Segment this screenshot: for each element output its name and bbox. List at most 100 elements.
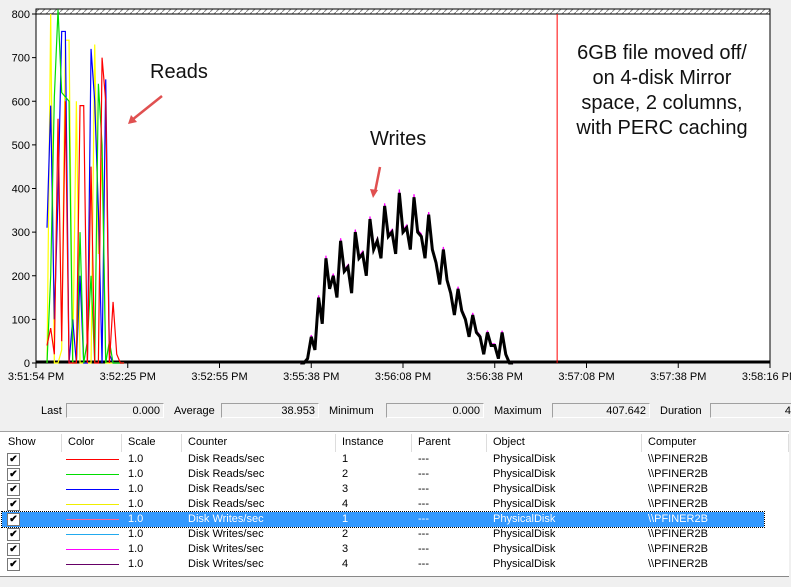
cell-parent: --- [418,558,429,570]
cell-object: PhysicalDisk [493,558,556,570]
counter-table[interactable]: Show Color Scale Counter Instance Parent Objec… [0,431,789,577]
cell-instance: 4 [342,558,349,570]
cell-scale: 1.0 [128,498,144,510]
annotation-reads: Reads [150,61,208,83]
column-header-color[interactable]: Color [62,434,122,452]
cell-object: PhysicalDisk [493,528,556,540]
show-checkbox[interactable]: ✔ [7,558,20,571]
cell-parent: --- [418,498,429,510]
cell-computer: \\PFINER2B [648,558,708,570]
x-tick-label: 3:57:38 PM [650,371,707,383]
cell-counter: Disk Reads/sec [188,483,265,495]
y-tick-label: 400 [12,184,30,196]
cell-parent: --- [418,513,429,525]
y-tick-label: 500 [12,140,30,152]
cell-counter: Disk Reads/sec [188,498,265,510]
annotation-note: 6GB file moved off/ on 4-disk Mirror spa… [576,42,748,139]
column-header-computer[interactable]: Computer [642,434,789,452]
annotation-writes: Writes [370,128,427,150]
table-row[interactable]: ✔ 1.0 Disk Writes/sec 2 --- PhysicalDisk \\PFI… [2,527,764,542]
cell-scale: 1.0 [128,453,144,465]
y-tick-label: 700 [12,53,30,65]
last-value: 0.000 [66,403,164,418]
cell-parent: --- [418,468,429,480]
x-tick-label: 3:52:25 PM [99,371,156,383]
table-row[interactable]: ✔ 1.0 Disk Reads/sec 1 --- PhysicalDisk \\PFIN… [2,452,764,467]
table-row[interactable]: ✔ 1.0 Disk Writes/sec 1 --- PhysicalDisk \\PFI… [1,511,765,528]
cell-instance: 3 [342,483,349,495]
y-tick-label: 100 [12,314,30,326]
cell-scale: 1.0 [128,513,144,525]
minimum-label: Minimum [329,405,374,417]
cell-scale: 1.0 [128,468,144,480]
cell-object: PhysicalDisk [493,543,556,555]
cell-object: PhysicalDisk [493,513,556,525]
table-row[interactable]: ✔ 1.0 Disk Reads/sec 2 --- PhysicalDisk \\PFIN… [2,467,764,482]
table-row[interactable]: ✔ 1.0 Disk Writes/sec 4 --- PhysicalDisk \\PFI… [2,557,764,572]
cell-counter: Disk Writes/sec [188,528,264,540]
show-checkbox[interactable]: ✔ [7,498,20,511]
x-tick-label: 3:55:38 PM [283,371,340,383]
show-checkbox[interactable]: ✔ [7,543,20,556]
cell-scale: 1.0 [128,483,144,495]
table-row[interactable]: ✔ 1.0 Disk Reads/sec 4 --- PhysicalDisk \\PFIN… [2,497,764,512]
y-tick-label: 200 [12,271,30,283]
table-row[interactable]: ✔ 1.0 Disk Reads/sec 3 --- PhysicalDisk \\PFIN… [2,482,764,497]
cell-computer: \\PFINER2B [648,543,708,555]
cell-parent: --- [418,483,429,495]
cell-instance: 3 [342,543,349,555]
column-header-counter[interactable]: Counter [182,434,336,452]
show-checkbox[interactable]: ✔ [7,453,20,466]
show-checkbox[interactable]: ✔ [7,528,20,541]
y-tick-label: 300 [12,227,30,239]
x-tick-label: 3:51:54 PM [7,371,65,383]
cell-computer: \\PFINER2B [648,468,708,480]
column-header-scale[interactable]: Scale [122,434,182,452]
cell-object: PhysicalDisk [493,498,556,510]
cell-counter: Disk Writes/sec [188,513,264,525]
y-tick-label: 0 [24,358,30,370]
x-tick-label: 3:58:16 PM [741,371,791,383]
x-tick-label: 3:56:38 PM [466,371,523,383]
maximum-value: 407.642 [552,403,650,418]
color-swatch [66,564,119,565]
color-swatch [66,534,119,535]
duration-label: Duration [660,405,702,417]
cell-computer: \\PFINER2B [648,498,708,510]
color-swatch [66,519,119,520]
show-checkbox[interactable]: ✔ [7,483,20,496]
cell-computer: \\PFINER2B [648,513,708,525]
column-header-instance[interactable]: Instance [336,434,412,452]
table-row[interactable]: ✔ 1.0 Disk Writes/sec 3 --- PhysicalDisk \\PFI… [2,542,764,557]
last-label: Last [41,405,62,417]
cell-instance: 4 [342,498,349,510]
y-tick-label: 800 [12,9,30,21]
column-header-show[interactable]: Show [2,434,62,452]
cell-computer: \\PFINER2B [648,453,708,465]
overflow-band [35,8,771,15]
cell-parent: --- [418,543,429,555]
cell-counter: Disk Reads/sec [188,468,265,480]
color-swatch [66,489,119,490]
x-tick-label: 3:56:08 PM [374,371,432,383]
cell-instance: 1 [342,453,349,465]
cell-instance: 1 [342,513,349,525]
cell-computer: \\PFINER2B [648,483,708,495]
cell-scale: 1.0 [128,558,144,570]
average-value: 38.953 [221,403,319,418]
cell-counter: Disk Reads/sec [188,453,265,465]
column-header-parent[interactable]: Parent [412,434,487,452]
x-tick-label: 3:52:55 PM [191,371,248,383]
cell-instance: 2 [342,468,349,480]
color-swatch [66,504,119,505]
y-tick-label: 600 [12,96,30,108]
color-swatch [66,459,119,460]
cell-parent: --- [418,453,429,465]
show-checkbox[interactable]: ✔ [7,513,20,526]
cell-object: PhysicalDisk [493,483,556,495]
cell-counter: Disk Writes/sec [188,543,264,555]
show-checkbox[interactable]: ✔ [7,468,20,481]
column-header-object[interactable]: Object [487,434,642,452]
duration-value: 4 [710,403,791,418]
average-label: Average [174,405,215,417]
